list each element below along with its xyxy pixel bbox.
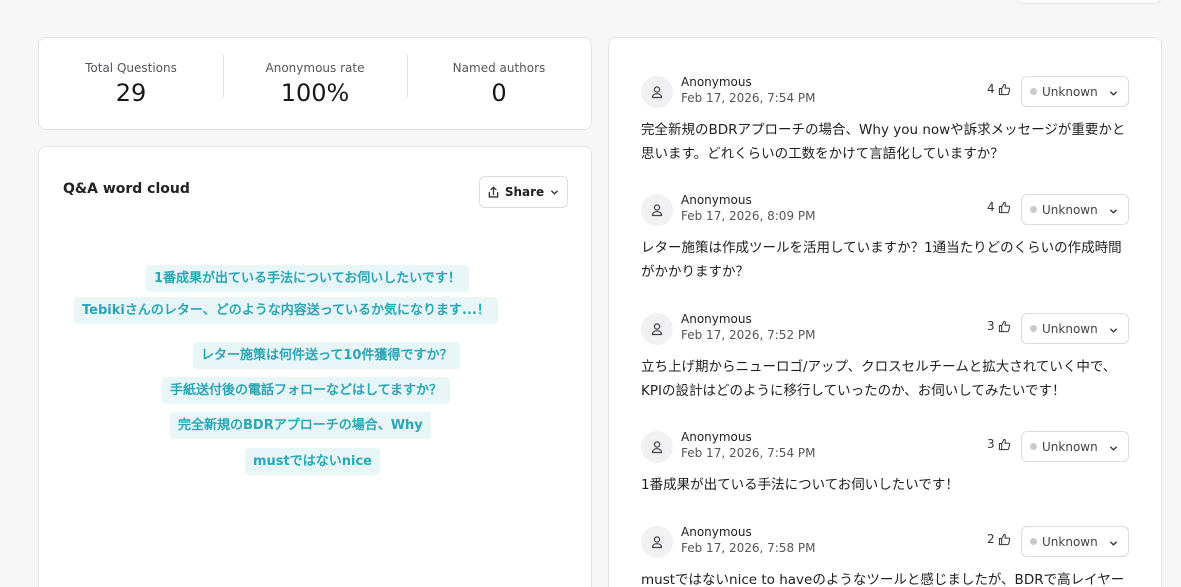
stat-value: 0 [491,78,507,107]
word-cloud-phrase[interactable]: 完全新規のBDRアプローチの場合、Why [170,412,431,439]
word-cloud-title: Q&A word cloud [63,181,190,197]
status-label: Unknown [1042,534,1098,549]
user-icon [651,86,663,99]
status-dropdown[interactable]: Unknown [1021,194,1129,225]
chevron-down-icon [1110,446,1117,451]
status-dropdown[interactable]: Unknown [1021,76,1129,107]
question-author: Anonymous [681,312,752,326]
stat-value: 100% [280,78,350,107]
chevron-down-icon [1110,91,1117,96]
vote-count: 3 [987,437,995,451]
vote-count: 3 [987,319,995,333]
stat-label: Named authors [452,60,546,75]
status-dot-icon [1030,325,1037,332]
stat-label: Total Questions [85,60,177,75]
thumbs-up-icon [998,320,1010,332]
stat-anonymous-rate: Anonymous rate 100% [223,53,407,108]
question-text: mustではないnice to haveのようなツールと感じましたが、BDRで高… [641,572,1125,587]
share-label: Share [504,185,545,199]
top-control[interactable] [1016,0,1162,4]
chevron-down-icon [1110,209,1117,214]
status-label: Unknown [1042,321,1098,336]
status-dropdown[interactable]: Unknown [1021,526,1129,557]
word-cloud-phrase[interactable]: Tebikiさんのレター、どのような内容送っているか気になります...！ [74,297,498,324]
chevron-down-icon [1110,541,1117,546]
chevron-down-icon [1110,328,1117,333]
stats-card: Total Questions 29 Anonymous rate 100% N… [38,37,592,130]
status-label: Unknown [1042,84,1098,99]
user-icon [651,536,663,549]
status-dropdown[interactable]: Unknown [1021,313,1129,344]
upvote-button[interactable]: 3 [987,436,1011,452]
avatar [641,313,673,345]
user-icon [651,204,663,217]
avatar [641,526,673,558]
upvote-button[interactable]: 2 [987,531,1011,547]
stat-label: Anonymous rate [265,60,365,75]
upvote-button[interactable]: 4 [987,199,1011,215]
word-cloud-phrase[interactable]: 1番成果が出ている手法についてお伺いしたいです！ [146,265,469,292]
question-date: Feb 17, 2026, 7:58 PM [681,541,816,555]
stat-named-authors: Named authors 0 [407,53,591,108]
question-date: Feb 17, 2026, 8:09 PM [681,209,816,223]
question-text: 1番成果が出ている手法についてお伺いしたいです！ [641,477,959,493]
question-text: 立ち上げ期からニューロゴ/アップ、クロスセルチームと拡大されていく中で、KPIの… [641,359,1117,399]
share-button[interactable]: Share [479,176,568,208]
word-cloud-phrase[interactable]: レター施策は何件送って10件獲得ですか？ [193,342,461,369]
vote-count: 4 [987,82,995,96]
thumbs-up-icon [998,201,1010,213]
status-label: Unknown [1042,202,1098,217]
question-author: Anonymous [681,75,752,89]
vote-count: 2 [987,532,995,546]
upvote-button[interactable]: 3 [987,318,1011,334]
status-label: Unknown [1042,439,1098,454]
word-cloud-phrase[interactable]: mustではないnice [245,448,380,475]
chevron-down-icon [549,187,560,198]
question-text: 完全新規のBDRアプローチの場合、Why you nowや訴求メッセージが重要か… [641,122,1126,162]
thumbs-up-icon [998,533,1010,545]
user-icon [651,323,663,336]
thumbs-up-icon [998,438,1010,450]
question-date: Feb 17, 2026, 7:54 PM [681,446,816,460]
status-dropdown[interactable]: Unknown [1021,431,1129,462]
vote-count: 4 [987,200,995,214]
upvote-button[interactable]: 4 [987,81,1011,97]
word-cloud-card: Q&A word cloud Share 1番成果が出ている手法についてお伺いし… [38,146,592,587]
question-date: Feb 17, 2026, 7:54 PM [681,91,816,105]
share-icon [487,186,500,199]
status-dot-icon [1030,88,1037,95]
status-dot-icon [1030,206,1037,213]
status-dot-icon [1030,538,1037,545]
question-author: Anonymous [681,193,752,207]
avatar [641,431,673,463]
status-dot-icon [1030,443,1037,450]
word-cloud-phrase[interactable]: 手紙送付後の電話フォローなどはしてますか？ [162,377,450,404]
question-text: レター施策は作成ツールを活用していますか？1通当たりどのくらいの作成時間がかかり… [641,240,1122,280]
stat-value: 29 [115,78,147,107]
avatar [641,194,673,226]
thumbs-up-icon [998,83,1010,95]
avatar [641,76,673,108]
user-icon [651,441,663,454]
stat-total-questions: Total Questions 29 [39,60,223,108]
question-feed-card: Anonymous Feb 17, 2026, 7:54 PM 4 Unknow… [608,37,1162,587]
question-author: Anonymous [681,525,752,539]
question-date: Feb 17, 2026, 7:52 PM [681,328,816,342]
question-author: Anonymous [681,430,752,444]
